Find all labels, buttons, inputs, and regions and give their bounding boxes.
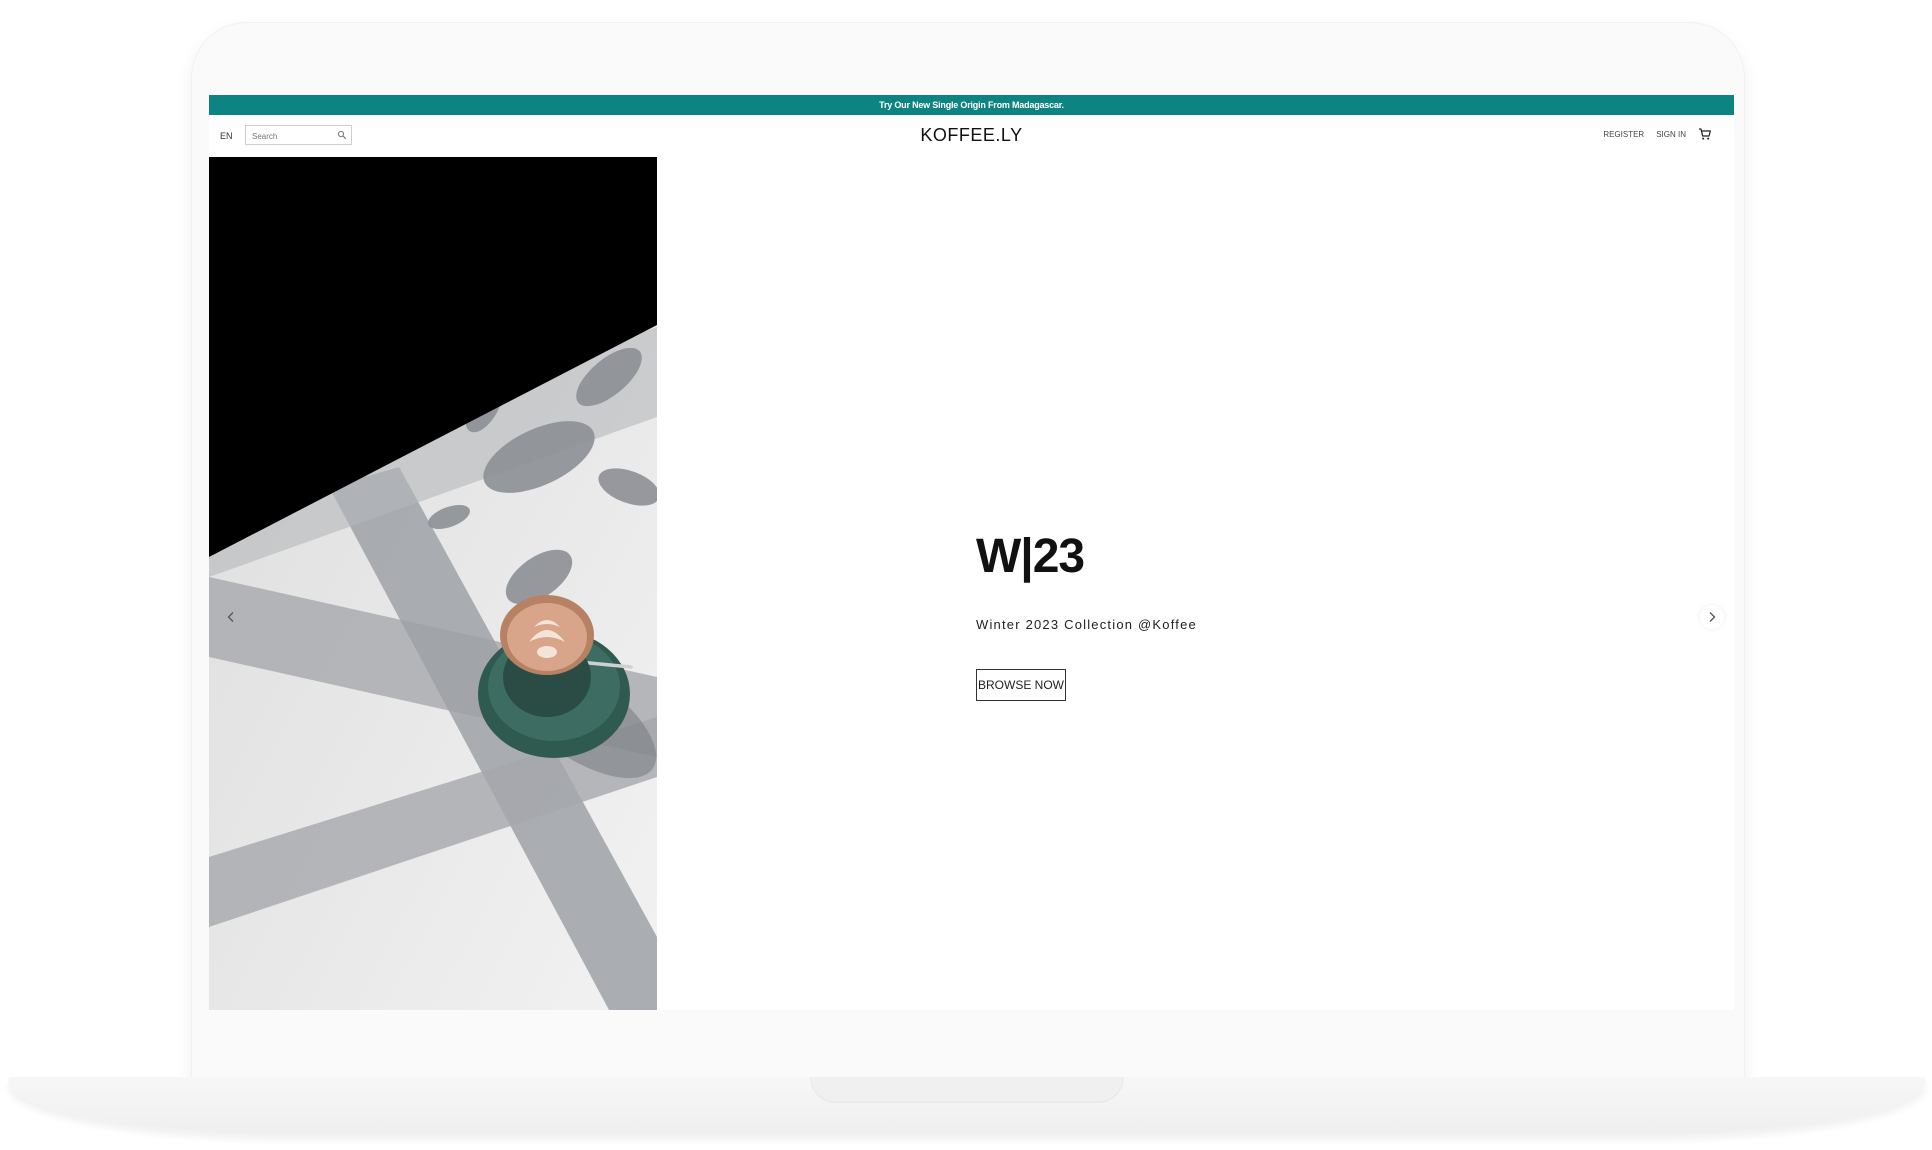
carousel-prev-button[interactable] bbox=[219, 605, 243, 629]
hero-subtitle: Winter 2023 Collection @Koffee bbox=[976, 617, 1197, 632]
chevron-right-icon bbox=[1709, 612, 1716, 622]
promo-bar: Try Our New Single Origin From Madagasca… bbox=[209, 95, 1734, 115]
hero-title: W|23 bbox=[976, 530, 1085, 583]
account-nav: REGISTER SIGN IN bbox=[1603, 127, 1712, 141]
hero-carousel: W|23 Winter 2023 Collection @Koffee BROW… bbox=[209, 157, 1734, 1010]
chevron-left-icon bbox=[227, 612, 234, 622]
signin-link[interactable]: SIGN IN bbox=[1656, 130, 1686, 139]
laptop-screen: Try Our New Single Origin From Madagasca… bbox=[209, 95, 1734, 1010]
browse-now-button[interactable]: BROWSE NOW bbox=[976, 669, 1066, 701]
site-logo[interactable]: KOFFEE.LY bbox=[209, 125, 1734, 146]
carousel-next-button[interactable] bbox=[1700, 605, 1724, 629]
coffee-photo bbox=[209, 157, 657, 1010]
promo-text: Try Our New Single Origin From Madagasca… bbox=[879, 100, 1064, 110]
cart-icon[interactable] bbox=[1698, 127, 1712, 141]
laptop-notch bbox=[810, 1077, 1124, 1103]
site-header: EN KOFFEE.LY REGISTER SIGN IN bbox=[209, 115, 1734, 157]
register-link[interactable]: REGISTER bbox=[1603, 130, 1644, 139]
hero-image-coffee-cup bbox=[209, 157, 657, 1010]
